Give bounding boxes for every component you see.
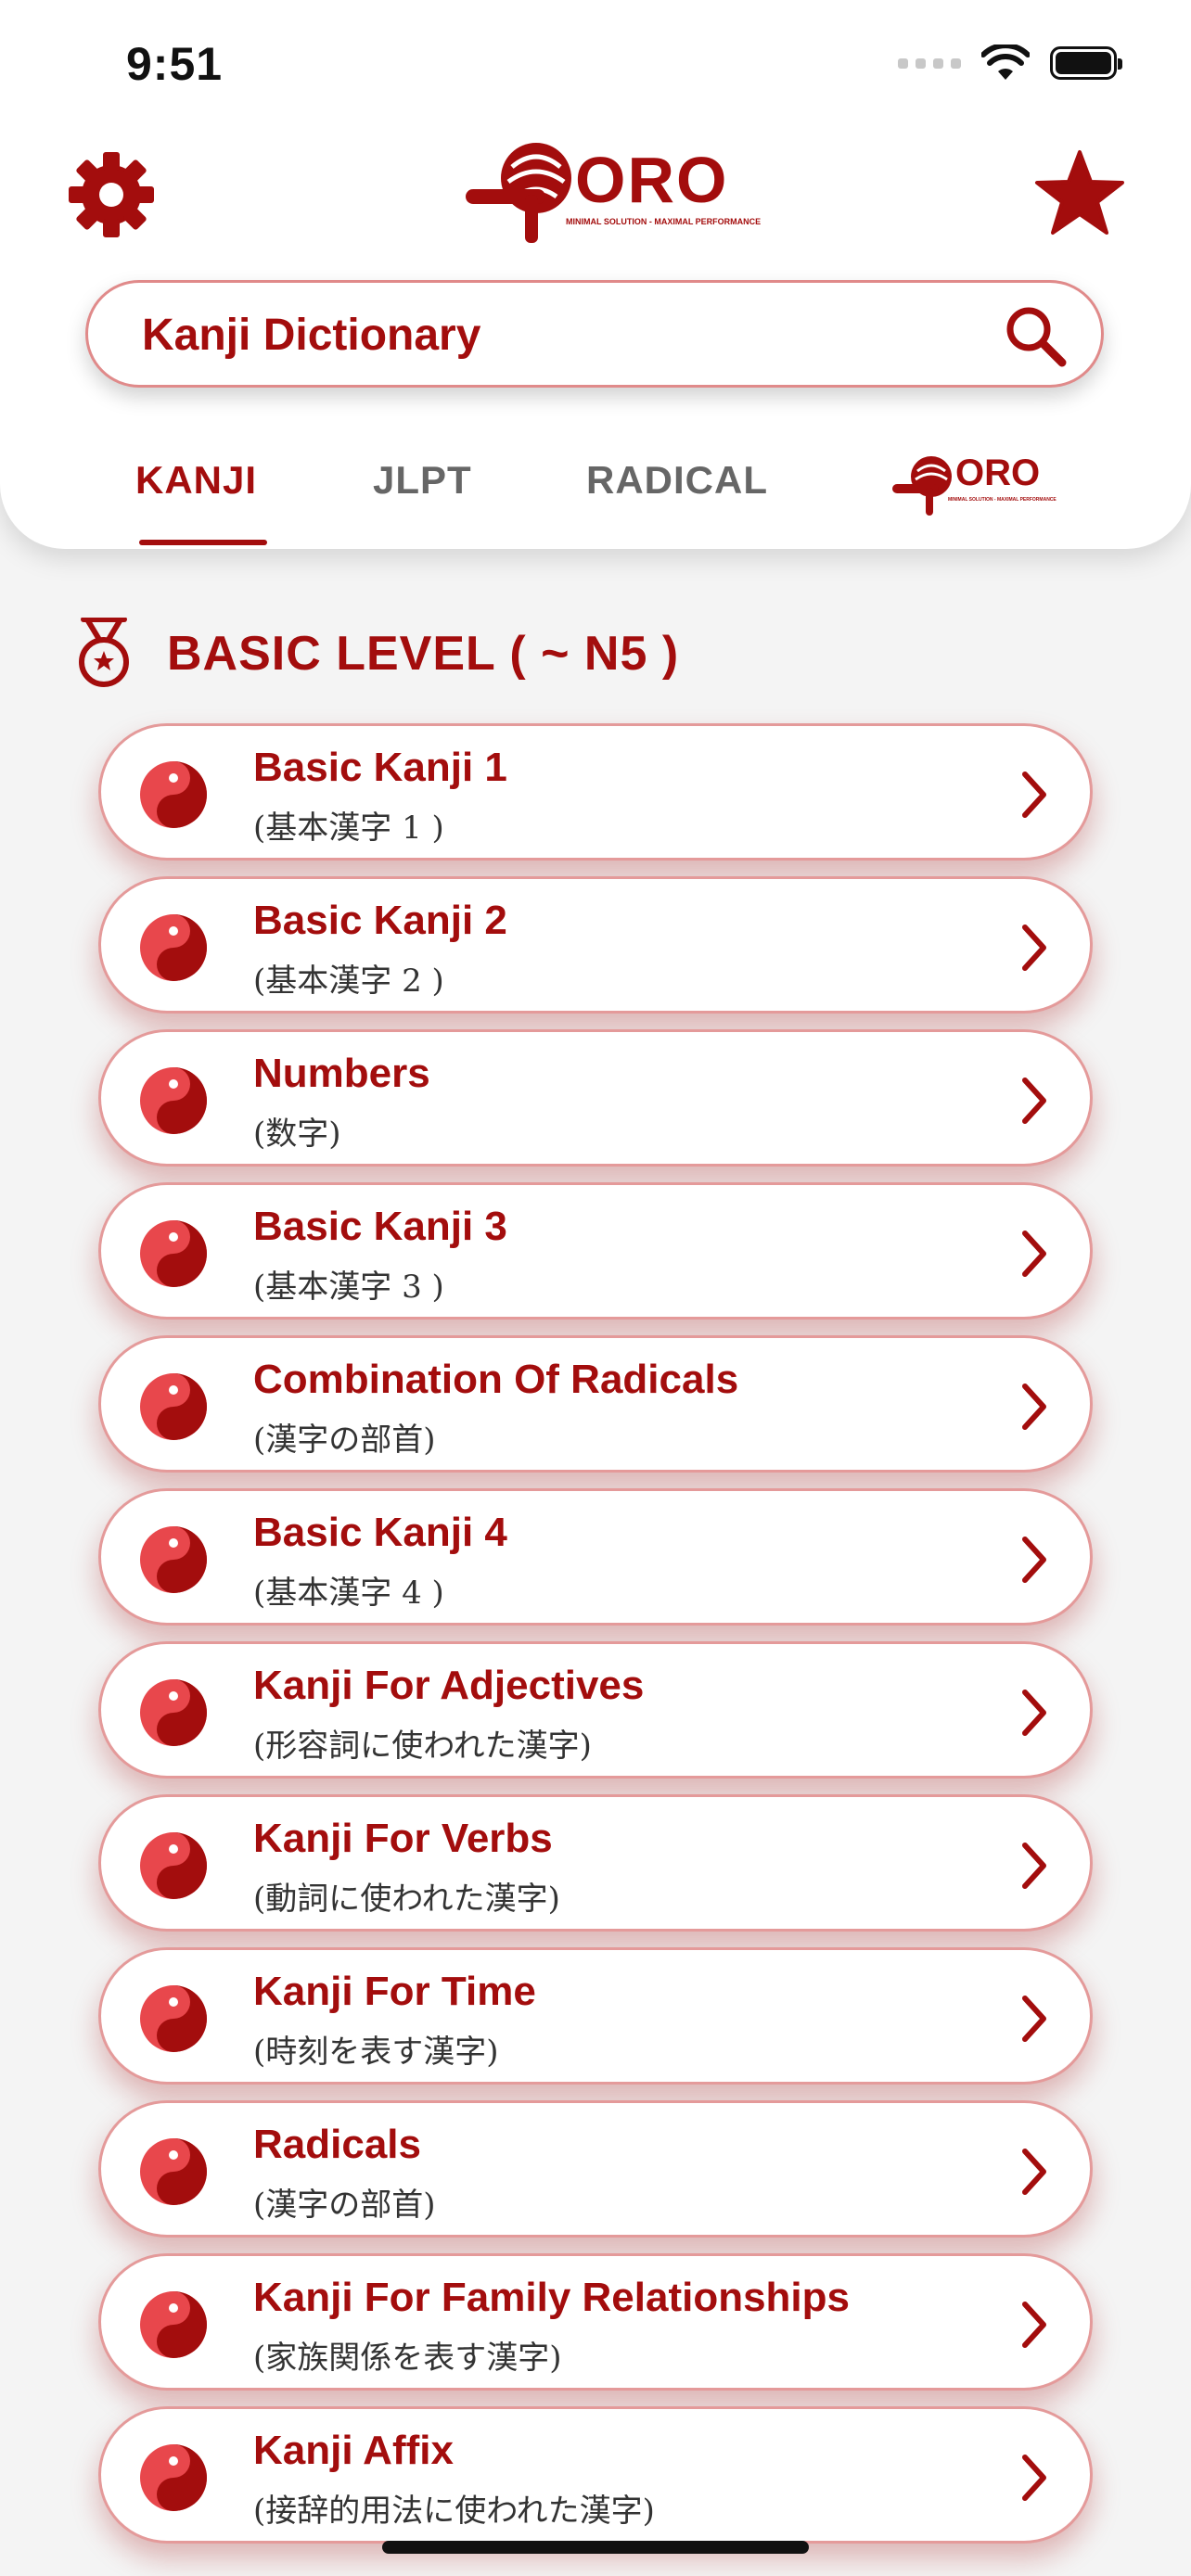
search-icon[interactable] — [1003, 303, 1068, 368]
list-item[interactable]: Basic Kanji 4 (基本漢字 4 ) — [98, 1488, 1093, 1626]
list-item-title: Combination Of Radicals — [253, 1357, 739, 1402]
tab-oro-wordmark: ORO — [955, 453, 1041, 493]
list-item-title: Kanji For Time — [253, 1969, 536, 2014]
list-item-subtitle: (家族関係を表す漢字) — [253, 2340, 562, 2377]
tab-oro[interactable]: ORO MINIMAL SOLUTION - MAXIMAL PERFORMAN… — [890, 449, 1061, 519]
chevron-right-icon — [1022, 2302, 1046, 2348]
yin-yang-icon — [140, 1985, 207, 2052]
list-item-subtitle: (接辞的用法に使われた漢字) — [253, 2493, 655, 2530]
list-item[interactable]: Combination Of Radicals (漢字の部首) — [98, 1335, 1093, 1473]
gear-icon[interactable] — [65, 148, 158, 241]
list-item-subtitle: (動詞に使われた漢字) — [253, 1881, 560, 1918]
list-item-title: Basic Kanji 2 — [253, 898, 507, 943]
home-indicator[interactable] — [382, 2541, 809, 2554]
status-icons — [898, 45, 1122, 82]
cellular-signal-icon — [898, 57, 961, 69]
yin-yang-icon — [140, 1220, 207, 1287]
list-item-subtitle: (漢字の部首) — [253, 1422, 436, 1459]
tab-bar: KANJI JLPT RADICAL ORO MINIMAL SOLUTION … — [0, 445, 1191, 549]
list-item-title: Numbers — [253, 1051, 430, 1096]
chevron-right-icon — [1022, 1078, 1046, 1124]
list-item-subtitle: (数字) — [253, 1116, 341, 1153]
star-icon[interactable] — [1033, 147, 1126, 239]
tab-radical[interactable]: RADICAL — [586, 458, 768, 503]
tab-oro-tagline: MINIMAL SOLUTION - MAXIMAL PERFORMANCE — [948, 497, 1057, 503]
search-input[interactable] — [140, 283, 979, 387]
wifi-icon — [981, 45, 1030, 80]
chevron-right-icon — [1022, 772, 1046, 818]
brand-logo: ORO MINIMAL SOLUTION - MAXIMAL PERFORMAN… — [464, 130, 761, 250]
list-item-subtitle: (基本漢字 3 ) — [253, 1269, 444, 1306]
lesson-list: Basic Kanji 1 (基本漢字 1 ) Basic Kanji 2 (基本漢字… — [98, 723, 1093, 2559]
active-tab-indicator — [139, 540, 267, 545]
list-item[interactable]: Kanji For Adjectives (形容詞に使われた漢字) — [98, 1641, 1093, 1779]
list-item[interactable]: Basic Kanji 1 (基本漢字 1 ) — [98, 723, 1093, 861]
chevron-right-icon — [1022, 1384, 1046, 1430]
chevron-right-icon — [1022, 1537, 1046, 1583]
chevron-right-icon — [1022, 2149, 1046, 2195]
battery-icon — [1050, 46, 1122, 80]
list-item-title: Kanji Affix — [253, 2428, 454, 2473]
list-item[interactable]: Kanji Affix (接辞的用法に使われた漢字) — [98, 2406, 1093, 2544]
yin-yang-icon — [140, 1067, 207, 1134]
chevron-right-icon — [1022, 1996, 1046, 2042]
list-item-title: Kanji For Verbs — [253, 1816, 553, 1861]
list-item[interactable]: Kanji For Verbs (動詞に使われた漢字) — [98, 1794, 1093, 1932]
list-item-title: Basic Kanji 3 — [253, 1204, 507, 1249]
list-item-subtitle: (基本漢字 1 ) — [253, 810, 444, 847]
section-header: BASIC LEVEL ( ~ N5 ) — [74, 618, 679, 690]
list-item[interactable]: Kanji For Time (時刻を表す漢字) — [98, 1947, 1093, 2085]
chevron-right-icon — [1022, 2455, 1046, 2501]
list-item[interactable]: Kanji For Family Relationships (家族関係を表す漢字… — [98, 2253, 1093, 2391]
list-item-subtitle: (漢字の部首) — [253, 2187, 436, 2224]
logo-wordmark: ORO — [575, 144, 729, 216]
tab-jlpt[interactable]: JLPT — [373, 458, 472, 503]
yin-yang-icon — [140, 761, 207, 828]
chevron-right-icon — [1022, 925, 1046, 971]
list-item-subtitle: (基本漢字 4 ) — [253, 1575, 444, 1612]
tab-kanji[interactable]: KANJI — [135, 458, 257, 503]
list-item-title: Basic Kanji 4 — [253, 1510, 507, 1555]
yin-yang-icon — [140, 1373, 207, 1440]
list-item-title: Basic Kanji 1 — [253, 745, 507, 790]
yin-yang-icon — [140, 1679, 207, 1746]
yin-yang-icon — [140, 2138, 207, 2205]
logo-tagline: MINIMAL SOLUTION - MAXIMAL PERFORMANCE — [566, 217, 762, 226]
list-item-title: Kanji For Family Relationships — [253, 2275, 851, 2320]
list-item[interactable]: Numbers (数字) — [98, 1029, 1093, 1167]
yin-yang-icon — [140, 914, 207, 981]
list-item-subtitle: (時刻を表す漢字) — [253, 2034, 499, 2071]
search-bar — [85, 280, 1104, 388]
yin-yang-icon — [140, 2291, 207, 2358]
list-item-title: Radicals — [253, 2122, 421, 2167]
section-title: BASIC LEVEL ( ~ N5 ) — [167, 627, 680, 681]
list-item[interactable]: Basic Kanji 3 (基本漢字 3 ) — [98, 1182, 1093, 1320]
list-item[interactable]: Radicals (漢字の部首) — [98, 2100, 1093, 2238]
status-time: 9:51 — [126, 38, 224, 90]
chevron-right-icon — [1022, 1231, 1046, 1277]
list-item-subtitle: (形容詞に使われた漢字) — [253, 1728, 592, 1765]
yin-yang-icon — [140, 1526, 207, 1593]
medal-icon — [79, 618, 129, 687]
yin-yang-icon — [140, 1832, 207, 1899]
chevron-right-icon — [1022, 1690, 1046, 1736]
list-item-title: Kanji For Adjectives — [253, 1663, 645, 1708]
yin-yang-icon — [140, 2444, 207, 2511]
chevron-right-icon — [1022, 1843, 1046, 1889]
list-item-subtitle: (基本漢字 2 ) — [253, 963, 444, 1000]
list-item[interactable]: Basic Kanji 2 (基本漢字 2 ) — [98, 876, 1093, 1014]
app-header: 9:51 ORO MINIMAL SOLUTION - MAXIMAL PERF… — [0, 0, 1191, 549]
